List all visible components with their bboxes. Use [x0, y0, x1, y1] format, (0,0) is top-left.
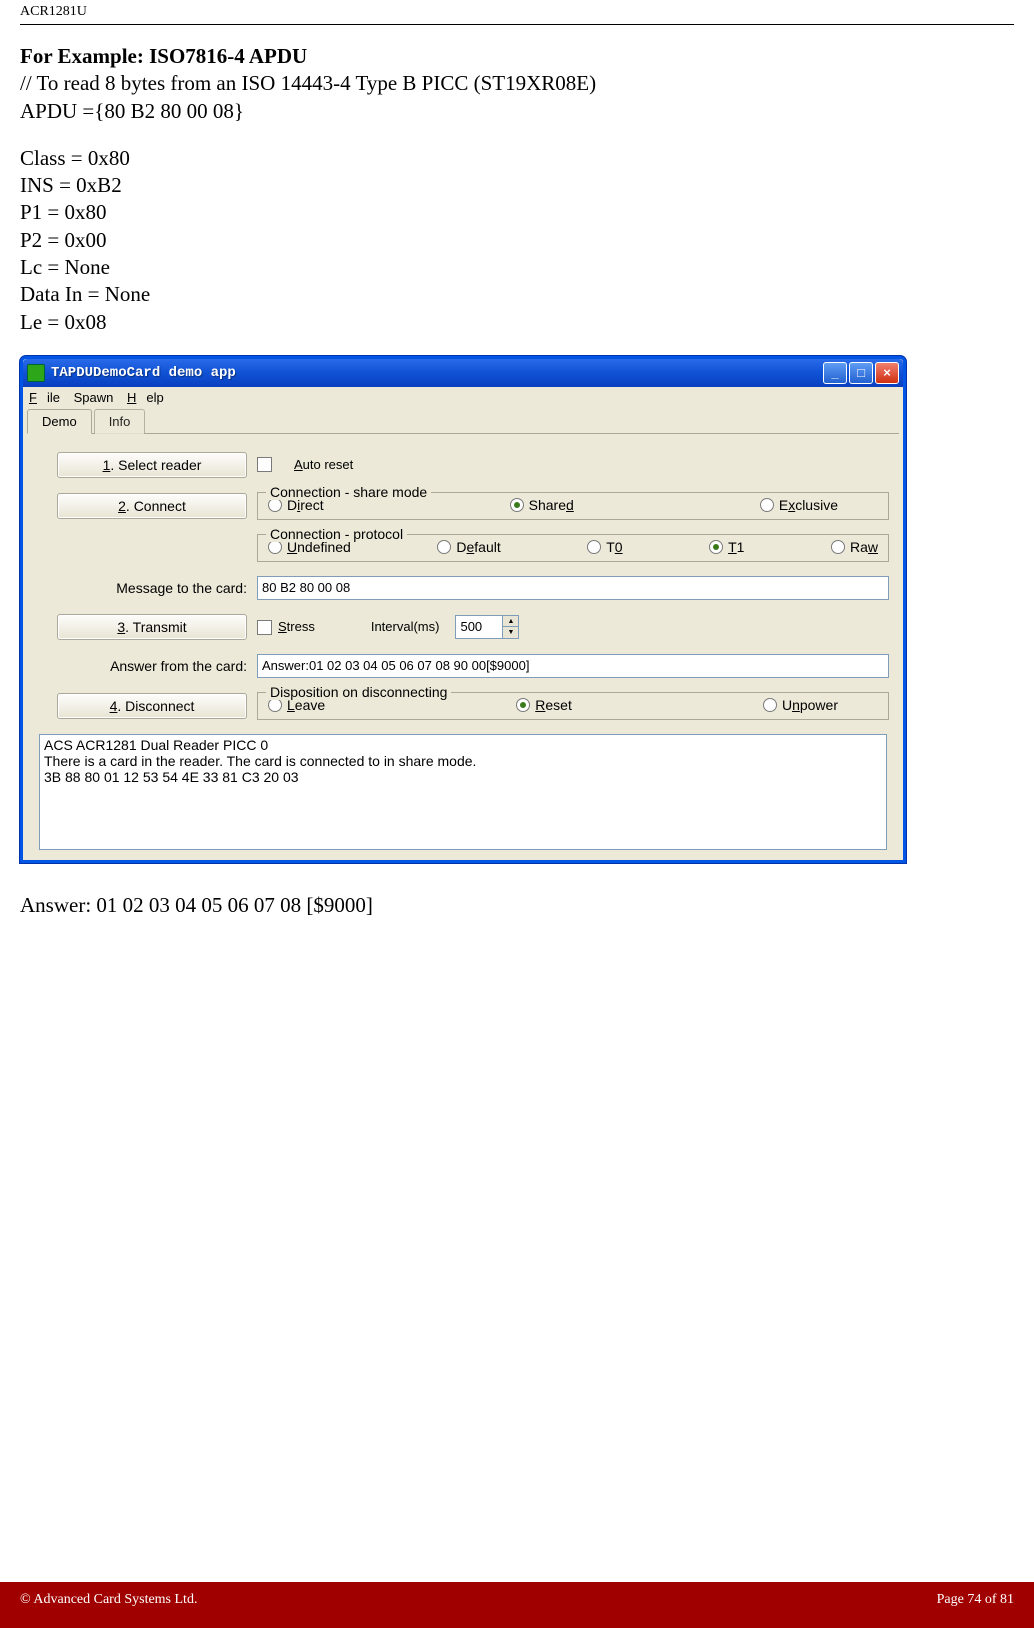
protocol-group: Connection - protocol Undefined Default …: [257, 534, 889, 562]
comment-line: // To read 8 bytes from an ISO 14443-4 T…: [20, 70, 1014, 97]
menu-file[interactable]: File: [29, 390, 60, 405]
page-header: ACR1281U: [20, 0, 1014, 25]
param-le: Le = 0x08: [20, 309, 1014, 336]
app-icon: [27, 364, 45, 382]
disconnect-button[interactable]: 4. Disconnect: [57, 693, 247, 719]
protocol-t1-radio[interactable]: T1: [709, 539, 744, 555]
disposition-group: Disposition on disconnecting Leave Reset…: [257, 692, 889, 720]
param-p1: P1 = 0x80: [20, 199, 1014, 226]
log-output[interactable]: ACS ACR1281 Dual Reader PICC 0 There is …: [39, 734, 887, 850]
share-mode-legend: Connection - share mode: [266, 484, 431, 500]
disposition-legend: Disposition on disconnecting: [266, 684, 451, 700]
close-button[interactable]: ×: [875, 362, 899, 384]
interval-label: Interval(ms): [371, 619, 440, 634]
disposition-unpower-radio[interactable]: Unpower: [763, 697, 838, 713]
protocol-default-radio[interactable]: Default: [437, 539, 500, 555]
param-class: Class = 0x80: [20, 145, 1014, 172]
param-lc: Lc = None: [20, 254, 1014, 281]
footer-right: Page 74 of 81: [937, 1592, 1014, 1608]
protocol-legend: Connection - protocol: [266, 526, 407, 542]
tab-demo[interactable]: Demo: [27, 409, 92, 434]
param-p2: P2 = 0x00: [20, 227, 1014, 254]
spinner-up-icon[interactable]: ▲: [502, 616, 518, 628]
protocol-raw-radio[interactable]: Raw: [831, 539, 878, 555]
share-mode-group: Connection - share mode Direct Shared Ex…: [257, 492, 889, 520]
answer-from-label: Answer from the card:: [37, 658, 257, 674]
share-exclusive-radio[interactable]: Exclusive: [760, 497, 838, 513]
example-heading: For Example: ISO7816-4 APDU: [20, 44, 307, 68]
protocol-t0-radio[interactable]: T0: [587, 539, 622, 555]
share-shared-radio[interactable]: Shared: [510, 497, 574, 513]
menu-spawn[interactable]: Spawn: [74, 390, 114, 405]
spinner-down-icon[interactable]: ▼: [502, 627, 518, 638]
select-reader-button[interactable]: 1. Select reader: [57, 452, 247, 478]
window-title: TAPDUDemoCard demo app: [51, 365, 823, 381]
auto-reset-checkbox[interactable]: [257, 457, 272, 472]
menu-help[interactable]: Help: [127, 390, 164, 405]
interval-spinner[interactable]: ▲ ▼: [455, 615, 519, 639]
answer-input[interactable]: [257, 654, 889, 678]
body-text: For Example: ISO7816-4 APDU // To read 8…: [20, 43, 1014, 336]
answer-line: Answer: 01 02 03 04 05 06 07 08 [$9000]: [20, 893, 1014, 918]
param-datain: Data In = None: [20, 281, 1014, 308]
param-ins: INS = 0xB2: [20, 172, 1014, 199]
stress-label: Stress: [278, 619, 315, 634]
menubar: File Spawn Help: [23, 387, 903, 408]
connect-button[interactable]: 2. Connect: [57, 493, 247, 519]
stress-checkbox[interactable]: [257, 620, 272, 635]
interval-input[interactable]: [456, 616, 502, 638]
page-footer: © Advanced Card Systems Ltd. Page 74 of …: [0, 1582, 1034, 1628]
message-input[interactable]: [257, 576, 889, 600]
apdu-line: APDU ={80 B2 80 00 08}: [20, 98, 1014, 125]
auto-reset-label: Auto reset: [294, 457, 353, 472]
message-label: Message to the card:: [37, 580, 257, 596]
titlebar[interactable]: TAPDUDemoCard demo app _ □ ×: [23, 359, 903, 387]
transmit-button[interactable]: 3. Transmit: [57, 614, 247, 640]
maximize-button[interactable]: □: [849, 362, 873, 384]
app-window: TAPDUDemoCard demo app _ □ × File Spawn …: [20, 356, 906, 863]
minimize-button[interactable]: _: [823, 362, 847, 384]
footer-left: © Advanced Card Systems Ltd.: [20, 1592, 197, 1608]
disposition-reset-radio[interactable]: Reset: [516, 697, 572, 713]
tabstrip: Demo Info: [27, 408, 899, 434]
tab-info[interactable]: Info: [94, 409, 146, 434]
